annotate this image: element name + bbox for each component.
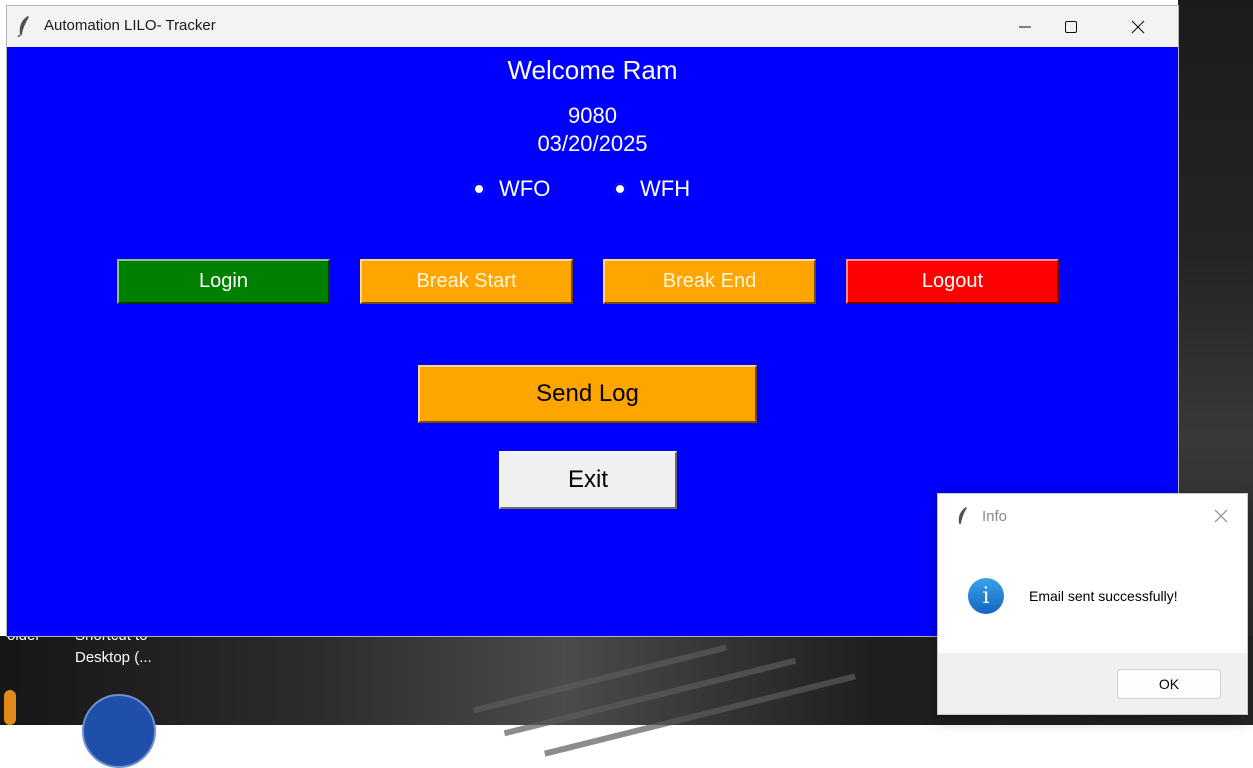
current-date: 03/20/2025 <box>537 131 648 156</box>
minimize-icon <box>1019 26 1031 27</box>
radio-wfh-label: WFH <box>640 176 691 201</box>
dialog-title-bar[interactable]: Info <box>938 494 1247 538</box>
break-end-button[interactable]: Break End <box>603 259 816 304</box>
ok-button[interactable]: OK <box>1117 669 1221 699</box>
radio-wfh[interactable]: WFH <box>614 176 690 202</box>
close-icon <box>1131 20 1145 33</box>
radio-wfo[interactable]: WFO <box>473 176 550 202</box>
feather-icon <box>17 16 29 37</box>
send-log-button[interactable]: Send Log <box>418 365 757 423</box>
break-start-button[interactable]: Break Start <box>360 259 573 304</box>
maximize-icon <box>1065 20 1077 33</box>
wallpaper-detail <box>473 644 727 714</box>
close-icon[interactable] <box>1210 505 1232 527</box>
window-title: Automation LILO- Tracker <box>44 17 216 34</box>
info-dialog: Info i Email sent successfully! OK <box>937 493 1248 715</box>
radio-indicator[interactable] <box>473 183 485 195</box>
desktop-app-icon[interactable] <box>4 690 16 725</box>
desktop-shortcut-icon[interactable] <box>82 694 156 768</box>
radio-indicator[interactable] <box>614 183 626 195</box>
radio-wfo-label: WFO <box>499 176 551 201</box>
login-button[interactable]: Login <box>117 259 330 304</box>
dialog-body: i Email sent successfully! <box>938 538 1247 653</box>
welcome-text: Welcome Ram <box>507 55 678 85</box>
dialog-title: Info <box>982 508 1008 525</box>
close-button[interactable] <box>1115 6 1161 47</box>
title-bar[interactable]: Automation LILO- Tracker <box>7 6 1178 47</box>
minimize-button[interactable] <box>1002 6 1048 47</box>
dialog-message: Email sent successfully! <box>1029 588 1178 604</box>
maximize-button[interactable] <box>1048 6 1094 47</box>
dialog-footer: OK <box>938 653 1247 714</box>
employee-id: 9080 <box>568 103 617 128</box>
info-icon: i <box>968 578 1004 614</box>
desktop-shortcut-label[interactable]: Desktop (... <box>75 648 152 668</box>
feather-icon <box>958 507 967 525</box>
logout-button[interactable]: Logout <box>846 259 1059 304</box>
exit-button[interactable]: Exit <box>499 451 677 509</box>
